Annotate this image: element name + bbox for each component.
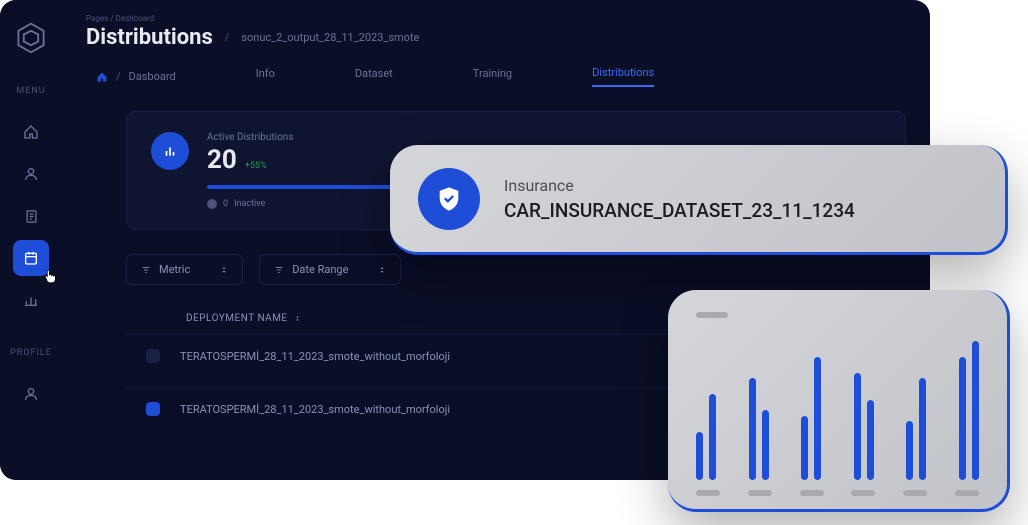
- stats-label: Active Distributions: [207, 132, 881, 143]
- filters: Metric Date Range: [126, 254, 906, 285]
- sort-icon: [294, 313, 301, 324]
- nav-chart[interactable]: [13, 282, 49, 318]
- filter-metric[interactable]: Metric: [126, 254, 243, 285]
- nav-home[interactable]: [13, 114, 49, 150]
- checkbox[interactable]: [146, 402, 160, 416]
- tab-dataset[interactable]: Dataset: [355, 67, 393, 86]
- menu-section-label: MENU: [16, 86, 45, 96]
- breadcrumb: Pages / Dashboard: [86, 14, 906, 23]
- deployment-name: TERATOSPERMİ_28_11_2023_smote_without_mo…: [180, 350, 450, 363]
- dataset-name: CAR_INSURANCE_DATASET_23_11_1234: [504, 199, 977, 222]
- deployment-name: TERATOSPERMİ_28_11_2023_smote_without_mo…: [180, 403, 450, 416]
- chart-legend: [696, 312, 728, 318]
- tab-home[interactable]: / Dasboard: [96, 70, 176, 83]
- chart-card: [668, 290, 1010, 512]
- nav-profile[interactable]: [13, 376, 49, 412]
- sidebar: MENU PROFILE: [0, 0, 62, 480]
- logo-icon: [13, 20, 49, 56]
- page-title: Distributions / sonuc_2_output_28_11_202…: [86, 25, 906, 50]
- tab-info[interactable]: Info: [256, 67, 275, 86]
- tabs: / Dasboard Info Dataset Training Distrib…: [86, 66, 906, 87]
- sort-icon: [220, 264, 228, 276]
- cursor-hand-icon: [42, 268, 58, 284]
- nav-user[interactable]: [13, 156, 49, 192]
- sort-icon: [378, 264, 386, 276]
- chart-x-axis: [696, 490, 979, 496]
- chart-icon: [151, 132, 189, 170]
- tab-distributions[interactable]: Distributions: [592, 66, 654, 87]
- minus-icon: −: [207, 199, 217, 209]
- stats-delta: +55%: [245, 161, 267, 171]
- shield-check-icon: [418, 168, 480, 230]
- dataset-category: Insurance: [504, 176, 977, 195]
- checkbox[interactable]: [146, 349, 160, 363]
- nav-document[interactable]: [13, 198, 49, 234]
- tab-training[interactable]: Training: [473, 67, 512, 86]
- bar-chart: [696, 330, 979, 480]
- dataset-card: Insurance CAR_INSURANCE_DATASET_23_11_12…: [390, 145, 1008, 255]
- stats-value: 20: [207, 145, 237, 175]
- filter-date-range[interactable]: Date Range: [259, 254, 401, 285]
- profile-section-label: PROFILE: [10, 348, 52, 358]
